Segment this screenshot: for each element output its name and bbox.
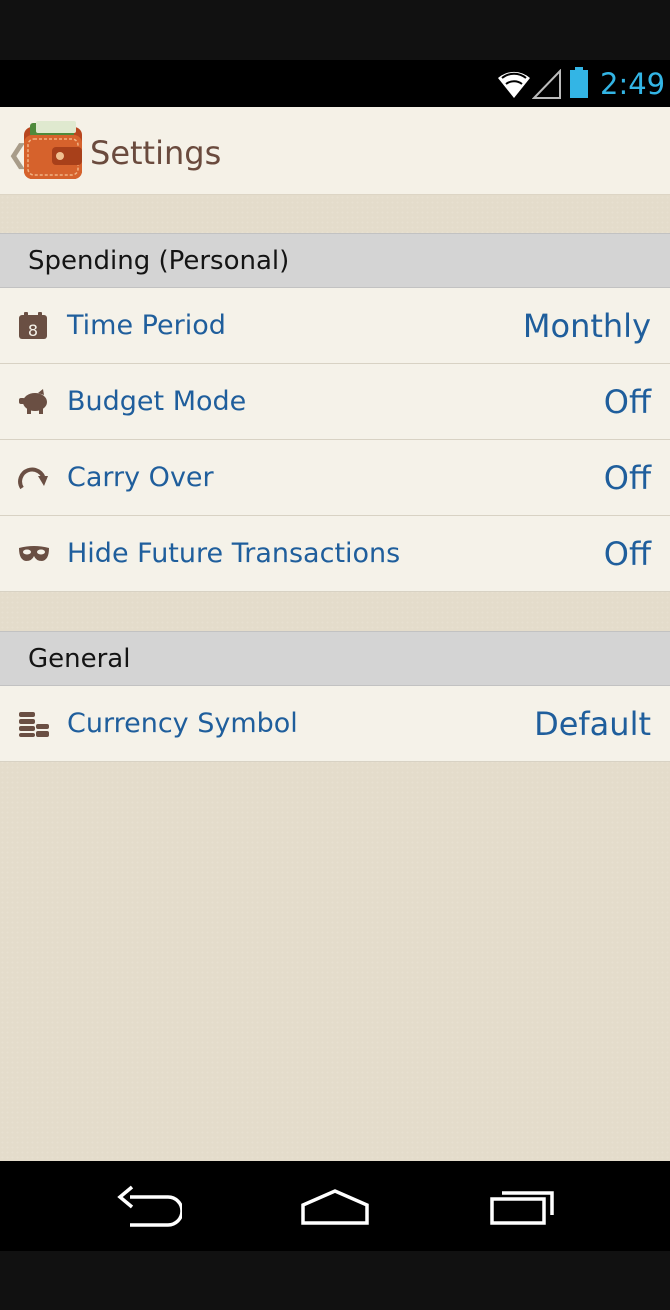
status-bar: 2:49 [0,60,670,107]
setting-row-budget-mode[interactable]: Budget Mode Off [0,364,670,440]
setting-label: Carry Over [67,462,214,493]
section-header-general: General [0,631,670,686]
setting-row-time-period[interactable]: 8 Time Period Monthly [0,288,670,364]
signal-icon [532,69,561,99]
home-icon[interactable] [300,1183,370,1229]
page-title: Settings [90,134,222,172]
carry-over-arrow-icon [18,467,48,490]
setting-label: Currency Symbol [67,708,298,739]
setting-row-hide-future[interactable]: Hide Future Transactions Off [0,516,670,592]
setting-row-carry-over[interactable]: Carry Over Off [0,440,670,516]
section-header-spending: Spending (Personal) [0,233,670,288]
battery-icon [570,67,588,98]
setting-row-currency-symbol[interactable]: Currency Symbol Default [0,686,670,762]
setting-value: Default [534,705,651,743]
section-header-label: Spending (Personal) [28,246,290,276]
mask-icon [19,546,49,561]
wifi-icon [498,71,530,98]
setting-label: Time Period [67,310,226,341]
piggy-bank-icon [19,389,47,414]
navigation-bar [0,1161,670,1251]
action-bar: ❮ Settings [0,107,670,195]
setting-value: Off [603,383,651,421]
recent-apps-icon[interactable] [488,1183,558,1229]
section-header-label: General [28,644,131,674]
back-icon[interactable] [116,1183,182,1229]
calendar-icon: 8 [19,312,47,340]
status-time: 2:49 [600,67,666,101]
setting-value: Off [603,535,651,573]
top-frame [0,0,670,60]
wallet-app-icon[interactable] [22,121,84,181]
settings-content: Spending (Personal) 8 Time Period Monthl… [0,195,670,1161]
bottom-frame [0,1251,670,1310]
svg-text:8: 8 [28,321,38,340]
setting-label: Budget Mode [67,386,247,417]
setting-value: Off [603,459,651,497]
setting-value: Monthly [522,307,651,345]
coins-icon [19,712,49,737]
setting-label: Hide Future Transactions [67,538,401,569]
